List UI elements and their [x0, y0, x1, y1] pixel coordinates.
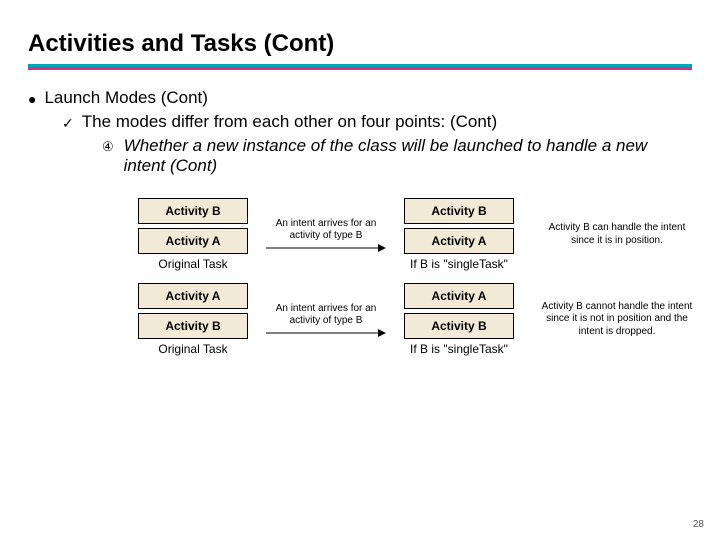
arrow-2: An intent arrives for an activity of typ… — [266, 303, 386, 337]
page-title: Activities and Tasks (Cont) — [28, 30, 692, 58]
right-stack-1: Activity B Activity A — [394, 198, 524, 254]
stack-caption: If B is "singleTask" — [394, 342, 524, 356]
activity-box: Activity B — [138, 313, 248, 339]
bullet-l1-text: Launch Modes (Cont) — [44, 88, 207, 110]
stack-caption: Original Task — [128, 257, 258, 271]
bullet-level3: ④ Whether a new instance of the class wi… — [28, 136, 692, 176]
arrow-1: An intent arrives for an activity of typ… — [266, 218, 386, 252]
right-stack-2: Activity A Activity B — [394, 283, 524, 339]
bullet-level2: ✓ The modes differ from each other on fo… — [28, 112, 692, 134]
bullet-l3-text: Whether a new instance of the class will… — [124, 136, 692, 176]
bullet-level1: ● Launch Modes (Cont) — [28, 88, 692, 110]
arrow-icon — [266, 329, 386, 337]
activity-box: Activity B — [404, 313, 514, 339]
side-note-2: Activity B cannot handle the intent sinc… — [532, 301, 702, 339]
bullet-l2-text: The modes differ from each other on four… — [82, 112, 497, 134]
check-icon: ✓ — [62, 112, 74, 134]
diagram-area: Activity B Activity A Original Task An i… — [28, 198, 692, 356]
arrow-icon — [266, 244, 386, 252]
page-number: 28 — [693, 519, 704, 530]
arrow-label: An intent arrives for an activity of typ… — [266, 218, 386, 242]
stack-caption: If B is "singleTask" — [394, 257, 524, 271]
diagram-row-1: Activity B Activity A Original Task An i… — [128, 198, 672, 271]
left-stack-2: Activity A Activity B — [128, 283, 258, 339]
activity-box: Activity B — [404, 198, 514, 224]
bullet-list: ● Launch Modes (Cont) ✓ The modes differ… — [28, 88, 692, 176]
left-stack-1: Activity B Activity A — [128, 198, 258, 254]
activity-box: Activity A — [404, 283, 514, 309]
activity-box: Activity A — [138, 228, 248, 254]
side-note-1: Activity B can handle the intent since i… — [532, 222, 702, 247]
stack-caption: Original Task — [128, 342, 258, 356]
circled-number-icon: ④ — [102, 136, 114, 176]
title-rule — [28, 64, 692, 70]
activity-box: Activity B — [138, 198, 248, 224]
bullet-dot-icon: ● — [28, 88, 36, 110]
arrow-label: An intent arrives for an activity of typ… — [266, 303, 386, 327]
diagram-row-2: Activity A Activity B Original Task An i… — [128, 283, 672, 356]
activity-box: Activity A — [404, 228, 514, 254]
activity-box: Activity A — [138, 283, 248, 309]
